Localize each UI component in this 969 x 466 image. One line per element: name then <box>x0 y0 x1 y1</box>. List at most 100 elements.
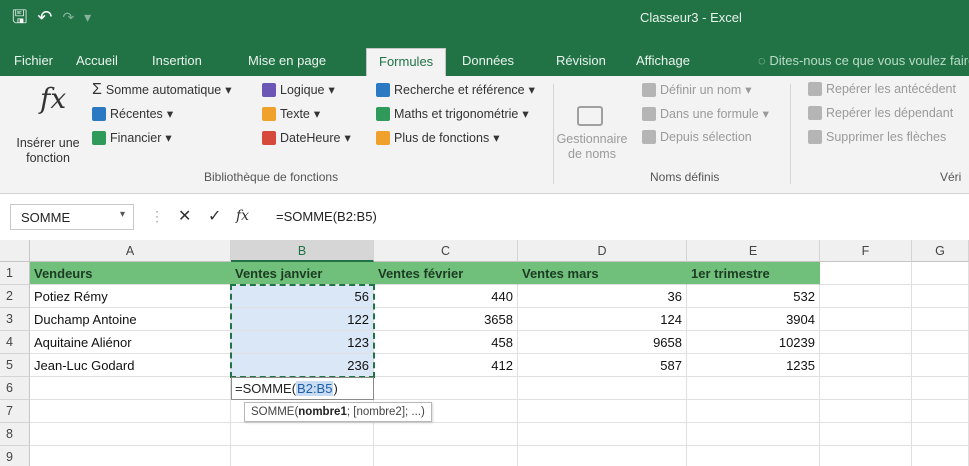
cell-g1[interactable] <box>912 262 969 285</box>
cell-f2[interactable] <box>820 285 912 308</box>
cell-a9[interactable] <box>30 446 231 466</box>
create-from-selection-button[interactable]: Depuis sélection <box>642 130 752 144</box>
cell-c2[interactable]: 440 <box>374 285 518 308</box>
cell-e2[interactable]: 532 <box>687 285 820 308</box>
cell-g4[interactable] <box>912 331 969 354</box>
function-tooltip[interactable]: SOMME(nombre1; [nombre2]; ...) <box>244 402 432 422</box>
cell-d2[interactable]: 36 <box>518 285 687 308</box>
insert-function-button[interactable]: Insérer une fonction <box>6 136 90 166</box>
cell-e4[interactable]: 10239 <box>687 331 820 354</box>
cell-e7[interactable] <box>687 400 820 423</box>
row-header-4[interactable]: 4 <box>0 331 30 354</box>
tab-insertion[interactable]: Insertion <box>152 50 202 72</box>
cell-e5[interactable]: 1235 <box>687 354 820 377</box>
autosum-button[interactable]: Σ Somme automatique ▾ <box>92 81 232 97</box>
cell-e8[interactable] <box>687 423 820 446</box>
name-manager-button[interactable]: Gestionnaire de noms <box>556 132 628 162</box>
formula-input[interactable]: =SOMME(B2:B5) <box>270 204 960 230</box>
cell-f6[interactable] <box>820 377 912 400</box>
recent-button[interactable]: Récentes ▾ <box>92 106 173 121</box>
save-icon[interactable]: 🖫 <box>12 6 27 28</box>
cell-c3[interactable]: 3658 <box>374 308 518 331</box>
cell-e9[interactable] <box>687 446 820 466</box>
column-header-d[interactable]: D <box>518 240 687 262</box>
cell-a1[interactable]: Vendeurs <box>30 262 231 285</box>
cell-b3[interactable]: 122 <box>231 308 374 331</box>
cell-f1[interactable] <box>820 262 912 285</box>
use-in-formula-button[interactable]: Dans une formule ▾ <box>642 106 769 121</box>
cell-c1[interactable]: Ventes février <box>374 262 518 285</box>
logical-button[interactable]: Logique ▾ <box>262 82 335 97</box>
cell-g5[interactable] <box>912 354 969 377</box>
text-button[interactable]: Texte ▾ <box>262 106 320 121</box>
cell-b6-editor[interactable]: =SOMME(B2:B5) <box>231 377 374 400</box>
remove-arrows-button[interactable]: Supprimer les flèches <box>808 130 946 144</box>
define-name-button[interactable]: Définir un nom ▾ <box>642 82 752 97</box>
tab-formules[interactable]: Formules <box>366 48 447 76</box>
row-header-8[interactable]: 8 <box>0 423 30 446</box>
column-header-g[interactable]: G <box>912 240 969 262</box>
datetime-button[interactable]: DateHeure ▾ <box>262 130 351 145</box>
cell-c4[interactable]: 458 <box>374 331 518 354</box>
cell-a6[interactable] <box>30 377 231 400</box>
column-header-b[interactable]: B <box>231 240 374 262</box>
cell-f8[interactable] <box>820 423 912 446</box>
cell-a3[interactable]: Duchamp Antoine <box>30 308 231 331</box>
cell-g9[interactable] <box>912 446 969 466</box>
tab-mise-en-page[interactable]: Mise en page <box>248 50 326 72</box>
cell-g8[interactable] <box>912 423 969 446</box>
cell-b2[interactable]: 56 <box>231 285 374 308</box>
cell-b4[interactable]: 123 <box>231 331 374 354</box>
cell-e6[interactable] <box>687 377 820 400</box>
column-header-c[interactable]: C <box>374 240 518 262</box>
cell-d1[interactable]: Ventes mars <box>518 262 687 285</box>
cell-d7[interactable] <box>518 400 687 423</box>
tab-accueil[interactable]: Accueil <box>76 50 118 72</box>
cell-d6[interactable] <box>518 377 687 400</box>
cell-c5[interactable]: 412 <box>374 354 518 377</box>
cell-g2[interactable] <box>912 285 969 308</box>
row-header-2[interactable]: 2 <box>0 285 30 308</box>
cell-g7[interactable] <box>912 400 969 423</box>
cell-f5[interactable] <box>820 354 912 377</box>
lookup-button[interactable]: Recherche et référence ▾ <box>376 82 535 97</box>
tab-revision[interactable]: Révision <box>556 50 606 72</box>
insert-function-icon[interactable]: fx <box>40 82 66 115</box>
select-all-corner[interactable] <box>0 240 30 262</box>
cell-a5[interactable]: Jean-Luc Godard <box>30 354 231 377</box>
cell-a4[interactable]: Aquitaine Aliénor <box>30 331 231 354</box>
column-header-a[interactable]: A <box>30 240 231 262</box>
column-header-f[interactable]: F <box>820 240 912 262</box>
redo-icon[interactable]: ↷ <box>62 6 74 28</box>
name-box[interactable]: SOMME ▾ <box>10 204 134 230</box>
tab-affichage[interactable]: Affichage <box>636 50 690 72</box>
cell-c8[interactable] <box>374 423 518 446</box>
row-header-6[interactable]: 6 <box>0 377 30 400</box>
trace-precedents-button[interactable]: Repérer les antécédent <box>808 82 956 96</box>
row-header-7[interactable]: 7 <box>0 400 30 423</box>
cell-d3[interactable]: 124 <box>518 308 687 331</box>
cell-b5[interactable]: 236 <box>231 354 374 377</box>
tab-fichier[interactable]: Fichier <box>14 50 53 72</box>
row-header-5[interactable]: 5 <box>0 354 30 377</box>
math-button[interactable]: Maths et trigonométrie ▾ <box>376 106 529 121</box>
cell-b8[interactable] <box>231 423 374 446</box>
cell-c9[interactable] <box>374 446 518 466</box>
cancel-button[interactable]: ✕ <box>178 206 191 226</box>
insert-function-fx-button[interactable]: fx <box>236 208 249 224</box>
trace-dependents-button[interactable]: Repérer les dépendant <box>808 106 953 120</box>
enter-button[interactable]: ✓ <box>208 206 221 226</box>
financial-button[interactable]: Financier ▾ <box>92 130 172 145</box>
tab-donnees[interactable]: Données <box>462 50 514 72</box>
cell-d8[interactable] <box>518 423 687 446</box>
column-header-e[interactable]: E <box>687 240 820 262</box>
cell-d9[interactable] <box>518 446 687 466</box>
cell-f7[interactable] <box>820 400 912 423</box>
tell-me-search[interactable]: ◌ Dites-nous ce que vous voulez faire. <box>758 50 969 72</box>
customize-qat-icon[interactable]: ▾ <box>84 6 91 28</box>
cell-a8[interactable] <box>30 423 231 446</box>
cell-e3[interactable]: 3904 <box>687 308 820 331</box>
cell-a7[interactable] <box>30 400 231 423</box>
cell-b9[interactable] <box>231 446 374 466</box>
cell-a2[interactable]: Potiez Rémy <box>30 285 231 308</box>
